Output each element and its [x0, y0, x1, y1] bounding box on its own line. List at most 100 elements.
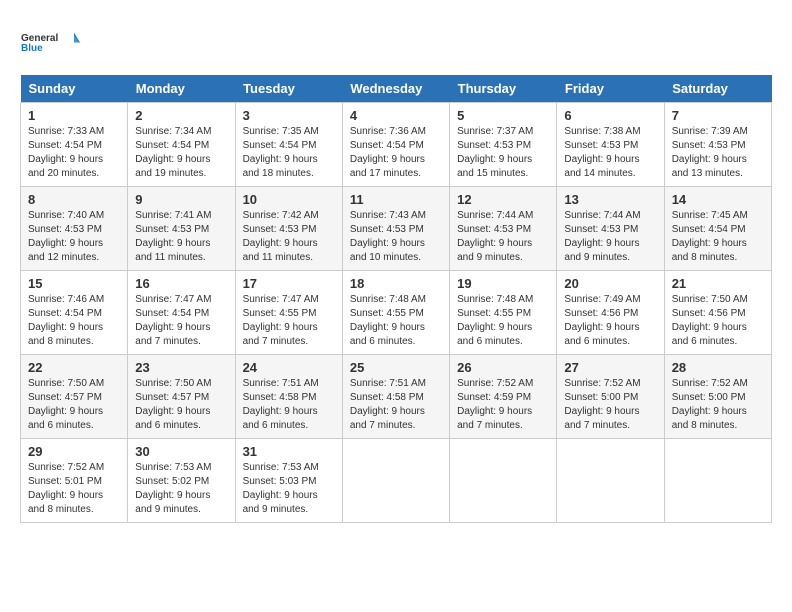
- daylight-label: Daylight: 9 hours and 10 minutes.: [350, 238, 425, 263]
- day-cell: 18 Sunrise: 7:48 AM Sunset: 4:55 PM Dayl…: [342, 271, 449, 355]
- day-number: 4: [350, 108, 442, 123]
- day-number: 27: [564, 360, 656, 375]
- day-cell: 5 Sunrise: 7:37 AM Sunset: 4:53 PM Dayli…: [450, 103, 557, 187]
- sunset-label: Sunset: 4:54 PM: [28, 140, 102, 151]
- daylight-label: Daylight: 9 hours and 17 minutes.: [350, 154, 425, 179]
- day-details: Sunrise: 7:40 AM Sunset: 4:53 PM Dayligh…: [28, 209, 120, 265]
- daylight-label: Daylight: 9 hours and 9 minutes.: [135, 490, 210, 515]
- sunset-label: Sunset: 5:00 PM: [564, 392, 638, 403]
- day-cell: 22 Sunrise: 7:50 AM Sunset: 4:57 PM Dayl…: [21, 355, 128, 439]
- sunrise-label: Sunrise: 7:45 AM: [672, 210, 748, 221]
- sunrise-label: Sunrise: 7:48 AM: [350, 294, 426, 305]
- sunset-label: Sunset: 4:53 PM: [350, 224, 424, 235]
- day-number: 2: [135, 108, 227, 123]
- day-number: 16: [135, 276, 227, 291]
- day-cell: [342, 439, 449, 523]
- daylight-label: Daylight: 9 hours and 7 minutes.: [350, 406, 425, 431]
- svg-text:General: General: [21, 33, 58, 44]
- week-row-4: 22 Sunrise: 7:50 AM Sunset: 4:57 PM Dayl…: [21, 355, 772, 439]
- daylight-label: Daylight: 9 hours and 6 minutes.: [672, 322, 747, 347]
- day-number: 18: [350, 276, 442, 291]
- day-details: Sunrise: 7:35 AM Sunset: 4:54 PM Dayligh…: [243, 125, 335, 181]
- day-cell: 23 Sunrise: 7:50 AM Sunset: 4:57 PM Dayl…: [128, 355, 235, 439]
- day-number: 15: [28, 276, 120, 291]
- day-details: Sunrise: 7:44 AM Sunset: 4:53 PM Dayligh…: [564, 209, 656, 265]
- day-details: Sunrise: 7:39 AM Sunset: 4:53 PM Dayligh…: [672, 125, 764, 181]
- sunset-label: Sunset: 5:01 PM: [28, 476, 102, 487]
- day-cell: 31 Sunrise: 7:53 AM Sunset: 5:03 PM Dayl…: [235, 439, 342, 523]
- day-number: 21: [672, 276, 764, 291]
- day-cell: 8 Sunrise: 7:40 AM Sunset: 4:53 PM Dayli…: [21, 187, 128, 271]
- day-cell: 4 Sunrise: 7:36 AM Sunset: 4:54 PM Dayli…: [342, 103, 449, 187]
- day-number: 28: [672, 360, 764, 375]
- day-details: Sunrise: 7:52 AM Sunset: 4:59 PM Dayligh…: [457, 377, 549, 433]
- day-number: 14: [672, 192, 764, 207]
- day-details: Sunrise: 7:38 AM Sunset: 4:53 PM Dayligh…: [564, 125, 656, 181]
- day-cell: 16 Sunrise: 7:47 AM Sunset: 4:54 PM Dayl…: [128, 271, 235, 355]
- day-details: Sunrise: 7:50 AM Sunset: 4:57 PM Dayligh…: [135, 377, 227, 433]
- sunrise-label: Sunrise: 7:50 AM: [28, 378, 104, 389]
- sunrise-label: Sunrise: 7:39 AM: [672, 126, 748, 137]
- day-cell: 11 Sunrise: 7:43 AM Sunset: 4:53 PM Dayl…: [342, 187, 449, 271]
- sunset-label: Sunset: 4:55 PM: [457, 308, 531, 319]
- daylight-label: Daylight: 9 hours and 9 minutes.: [457, 238, 532, 263]
- day-details: Sunrise: 7:37 AM Sunset: 4:53 PM Dayligh…: [457, 125, 549, 181]
- day-details: Sunrise: 7:45 AM Sunset: 4:54 PM Dayligh…: [672, 209, 764, 265]
- day-number: 24: [243, 360, 335, 375]
- day-cell: 29 Sunrise: 7:52 AM Sunset: 5:01 PM Dayl…: [21, 439, 128, 523]
- day-number: 19: [457, 276, 549, 291]
- sunrise-label: Sunrise: 7:35 AM: [243, 126, 319, 137]
- day-details: Sunrise: 7:43 AM Sunset: 4:53 PM Dayligh…: [350, 209, 442, 265]
- sunset-label: Sunset: 4:56 PM: [564, 308, 638, 319]
- day-cell: 20 Sunrise: 7:49 AM Sunset: 4:56 PM Dayl…: [557, 271, 664, 355]
- sunrise-label: Sunrise: 7:37 AM: [457, 126, 533, 137]
- sunset-label: Sunset: 4:54 PM: [135, 308, 209, 319]
- day-cell: 15 Sunrise: 7:46 AM Sunset: 4:54 PM Dayl…: [21, 271, 128, 355]
- day-cell: [450, 439, 557, 523]
- day-number: 5: [457, 108, 549, 123]
- logo-svg: General Blue: [20, 20, 80, 65]
- day-details: Sunrise: 7:41 AM Sunset: 4:53 PM Dayligh…: [135, 209, 227, 265]
- day-number: 26: [457, 360, 549, 375]
- sunset-label: Sunset: 4:57 PM: [135, 392, 209, 403]
- daylight-label: Daylight: 9 hours and 7 minutes.: [564, 406, 639, 431]
- sunrise-label: Sunrise: 7:51 AM: [350, 378, 426, 389]
- day-number: 20: [564, 276, 656, 291]
- day-cell: 30 Sunrise: 7:53 AM Sunset: 5:02 PM Dayl…: [128, 439, 235, 523]
- daylight-label: Daylight: 9 hours and 9 minutes.: [243, 490, 318, 515]
- sunrise-label: Sunrise: 7:51 AM: [243, 378, 319, 389]
- daylight-label: Daylight: 9 hours and 7 minutes.: [243, 322, 318, 347]
- day-details: Sunrise: 7:53 AM Sunset: 5:02 PM Dayligh…: [135, 461, 227, 517]
- day-number: 13: [564, 192, 656, 207]
- day-details: Sunrise: 7:53 AM Sunset: 5:03 PM Dayligh…: [243, 461, 335, 517]
- daylight-label: Daylight: 9 hours and 6 minutes.: [457, 322, 532, 347]
- day-number: 12: [457, 192, 549, 207]
- header-tuesday: Tuesday: [235, 75, 342, 103]
- daylight-label: Daylight: 9 hours and 6 minutes.: [28, 406, 103, 431]
- day-details: Sunrise: 7:34 AM Sunset: 4:54 PM Dayligh…: [135, 125, 227, 181]
- sunset-label: Sunset: 4:53 PM: [564, 140, 638, 151]
- day-details: Sunrise: 7:48 AM Sunset: 4:55 PM Dayligh…: [457, 293, 549, 349]
- daylight-label: Daylight: 9 hours and 7 minutes.: [457, 406, 532, 431]
- day-details: Sunrise: 7:47 AM Sunset: 4:55 PM Dayligh…: [243, 293, 335, 349]
- daylight-label: Daylight: 9 hours and 8 minutes.: [28, 490, 103, 515]
- sunrise-label: Sunrise: 7:52 AM: [28, 462, 104, 473]
- day-details: Sunrise: 7:48 AM Sunset: 4:55 PM Dayligh…: [350, 293, 442, 349]
- day-cell: [557, 439, 664, 523]
- daylight-label: Daylight: 9 hours and 18 minutes.: [243, 154, 318, 179]
- week-row-3: 15 Sunrise: 7:46 AM Sunset: 4:54 PM Dayl…: [21, 271, 772, 355]
- sunset-label: Sunset: 4:56 PM: [672, 308, 746, 319]
- day-number: 9: [135, 192, 227, 207]
- sunset-label: Sunset: 4:53 PM: [135, 224, 209, 235]
- daylight-label: Daylight: 9 hours and 13 minutes.: [672, 154, 747, 179]
- header-wednesday: Wednesday: [342, 75, 449, 103]
- day-cell: [664, 439, 771, 523]
- sunrise-label: Sunrise: 7:52 AM: [564, 378, 640, 389]
- day-number: 25: [350, 360, 442, 375]
- sunset-label: Sunset: 4:53 PM: [457, 140, 531, 151]
- day-number: 6: [564, 108, 656, 123]
- day-details: Sunrise: 7:51 AM Sunset: 4:58 PM Dayligh…: [243, 377, 335, 433]
- day-cell: 19 Sunrise: 7:48 AM Sunset: 4:55 PM Dayl…: [450, 271, 557, 355]
- day-details: Sunrise: 7:50 AM Sunset: 4:56 PM Dayligh…: [672, 293, 764, 349]
- sunrise-label: Sunrise: 7:44 AM: [457, 210, 533, 221]
